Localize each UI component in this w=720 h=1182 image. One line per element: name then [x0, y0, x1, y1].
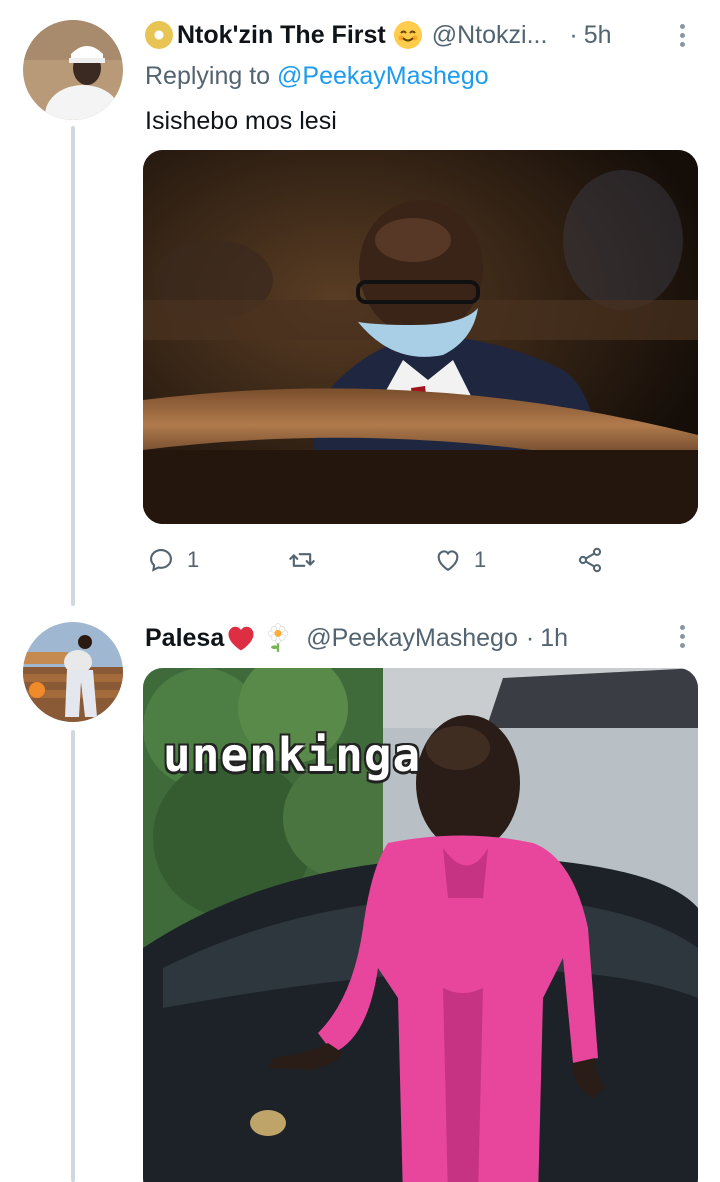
- reply-count: 1: [187, 547, 200, 572]
- like-button[interactable]: 1: [434, 546, 486, 574]
- separator: ·: [525, 624, 535, 652]
- thread-line-2: [71, 730, 75, 1182]
- retweet-button[interactable]: [288, 546, 316, 574]
- share-icon: [578, 547, 602, 573]
- replying-prefix: Replying to: [145, 62, 278, 90]
- share-button[interactable]: [576, 546, 604, 574]
- more-icon[interactable]: [672, 20, 692, 50]
- reply-icon: [150, 549, 172, 572]
- tweet-image[interactable]: unenkinga: [143, 668, 698, 1182]
- tweet-header: Ntok'zin The First @Ntokzi... · 5h: [145, 20, 612, 50]
- timestamp[interactable]: 5h: [584, 20, 612, 50]
- reply-button[interactable]: 1: [147, 546, 199, 574]
- handle[interactable]: @Ntokzi...: [432, 20, 548, 50]
- tweet-text: Isishebo mos lesi: [145, 107, 337, 135]
- flower-icon: [264, 623, 292, 653]
- smiling-emoji-icon: [393, 21, 422, 49]
- tweet-image[interactable]: [143, 150, 698, 524]
- red-heart-icon: [226, 624, 256, 652]
- thread-line: [71, 126, 75, 606]
- retweet-icon: [289, 553, 315, 567]
- display-name[interactable]: Palesa: [145, 623, 224, 653]
- more-icon[interactable]: [672, 621, 692, 651]
- replying-to: Replying to @PeekayMashego: [145, 62, 489, 91]
- tweet-header: Palesa @PeekayMashego · 1h: [145, 623, 568, 653]
- timestamp[interactable]: 1h: [540, 623, 568, 653]
- handle[interactable]: @PeekayMashego: [306, 623, 518, 653]
- like-count: 1: [474, 547, 487, 572]
- image-caption: unenkinga: [163, 728, 422, 782]
- avatar[interactable]: [23, 622, 123, 722]
- mention-link[interactable]: @PeekayMashego: [277, 62, 489, 90]
- heart-icon: [437, 550, 459, 572]
- cd-emoji-icon: [145, 21, 173, 49]
- display-name[interactable]: Ntok'zin The First: [177, 20, 386, 50]
- separator: ·: [569, 21, 578, 49]
- avatar[interactable]: [23, 20, 123, 120]
